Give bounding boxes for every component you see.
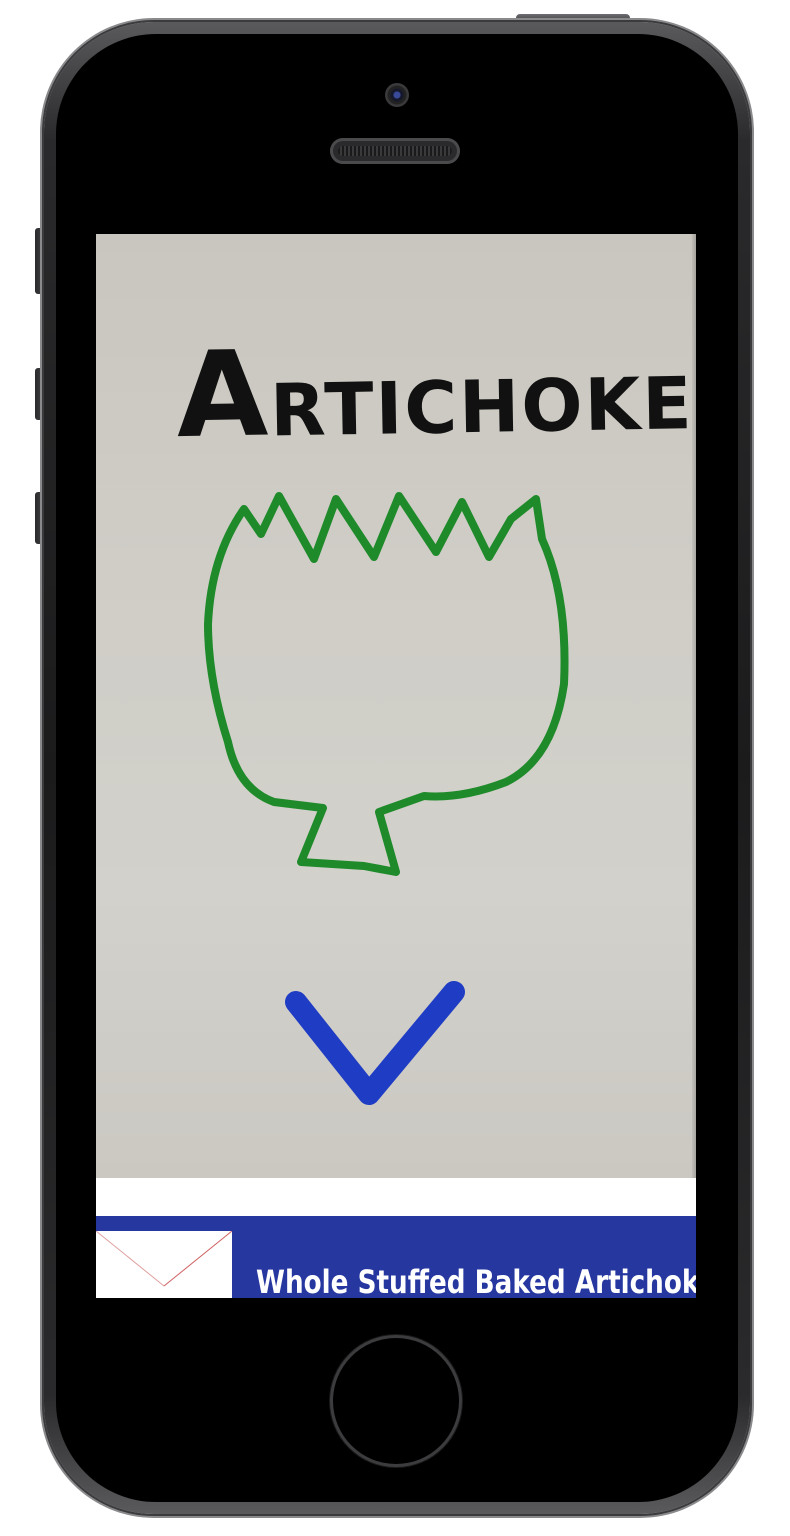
flashcard-photo: A RTICHOKE (96, 234, 696, 1178)
broken-image-icon (96, 1230, 233, 1287)
front-camera (385, 83, 409, 107)
home-button[interactable] (333, 1338, 459, 1464)
artichoke-sketch (204, 492, 569, 1105)
recipe-title[interactable]: Whole Stuffed Baked Artichokes (256, 1266, 696, 1298)
recipe-thumbnail (96, 1230, 233, 1298)
separator-strip (96, 1178, 696, 1216)
chevron-down-icon (285, 981, 465, 1105)
recipe-result-banner[interactable]: Whole Stuffed Baked Artichokes (96, 1216, 696, 1298)
earpiece-speaker (330, 138, 460, 164)
phone-screen: A RTICHOKE Whole Stuffed Baked Artichoke… (96, 234, 696, 1298)
device-mockup: A RTICHOKE Whole Stuffed Baked Artichoke… (0, 0, 790, 1536)
artichoke-drawing (204, 492, 569, 876)
